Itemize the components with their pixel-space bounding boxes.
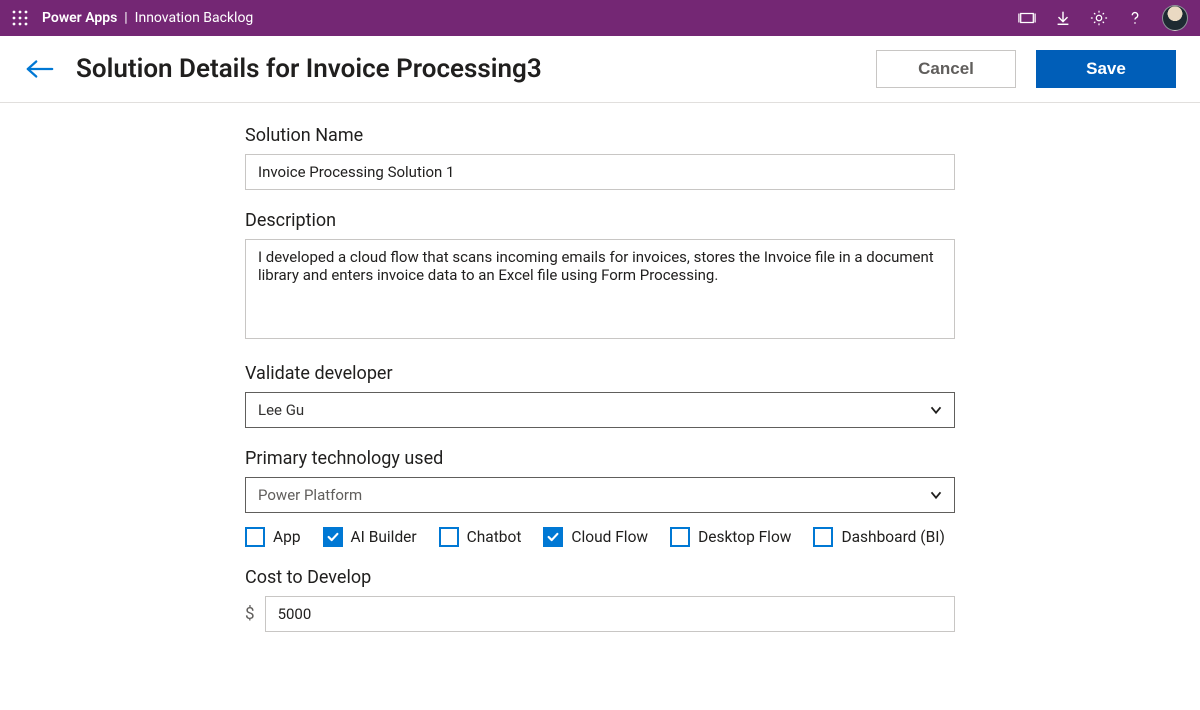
- checkbox-box: [245, 527, 265, 547]
- primary-technology-label: Primary technology used: [245, 448, 955, 469]
- page-title: Solution Details for Invoice Processing3: [76, 54, 542, 84]
- top-header-right: [1018, 5, 1188, 31]
- checkbox-label: Cloud Flow: [571, 528, 648, 546]
- page-name: Innovation Backlog: [135, 10, 254, 26]
- app-name: Power Apps: [42, 10, 117, 26]
- download-icon[interactable]: [1054, 9, 1072, 27]
- avatar[interactable]: [1162, 5, 1188, 31]
- checkbox-label: App: [273, 528, 301, 546]
- currency-symbol: $: [245, 604, 255, 624]
- primary-technology-select[interactable]: Power Platform: [245, 477, 955, 513]
- checkbox-label: AI Builder: [351, 528, 417, 546]
- checkbox-ai-builder[interactable]: AI Builder: [323, 527, 417, 547]
- checkbox-label: Desktop Flow: [698, 528, 791, 546]
- fit-screen-icon[interactable]: [1018, 9, 1036, 27]
- breadcrumb-separator: |: [124, 10, 127, 26]
- checkbox-box: [813, 527, 833, 547]
- app-breadcrumb: Power Apps | Innovation Backlog: [42, 10, 253, 26]
- page-header-actions: Cancel Save: [876, 50, 1176, 88]
- checkbox-label: Dashboard (BI): [841, 528, 944, 546]
- solution-name-label: Solution Name: [245, 125, 955, 146]
- top-header-left: Power Apps | Innovation Backlog: [12, 10, 253, 26]
- checkbox-label: Chatbot: [467, 528, 522, 546]
- primary-technology-value: Power Platform: [258, 486, 362, 504]
- validate-developer-label: Validate developer: [245, 363, 955, 384]
- checkbox-box: [323, 527, 343, 547]
- description-label: Description: [245, 210, 955, 231]
- validate-developer-select[interactable]: Lee Gu: [245, 392, 955, 428]
- page-header: Solution Details for Invoice Processing3…: [0, 36, 1200, 103]
- save-button[interactable]: Save: [1036, 50, 1176, 88]
- description-input[interactable]: [245, 239, 955, 339]
- checkbox-app[interactable]: App: [245, 527, 301, 547]
- help-icon[interactable]: [1126, 9, 1144, 27]
- gear-icon[interactable]: [1090, 9, 1108, 27]
- cost-row: $: [245, 596, 955, 632]
- checkbox-box: [543, 527, 563, 547]
- back-arrow-icon[interactable]: [24, 55, 56, 83]
- checkbox-box: [670, 527, 690, 547]
- solution-name-input[interactable]: [245, 154, 955, 190]
- checkbox-dashboard-bi[interactable]: Dashboard (BI): [813, 527, 944, 547]
- form-inner: Solution Name Description Validate devel…: [245, 121, 955, 632]
- checkbox-desktop-flow[interactable]: Desktop Flow: [670, 527, 791, 547]
- validate-developer-value: Lee Gu: [258, 401, 304, 419]
- tech-checkbox-row: App AI Builder Chatbot Cloud Flow Deskto…: [245, 527, 955, 547]
- form-area: Solution Name Description Validate devel…: [0, 103, 1200, 672]
- checkbox-chatbot[interactable]: Chatbot: [439, 527, 522, 547]
- cost-input[interactable]: [265, 596, 955, 632]
- check-icon: [546, 530, 560, 544]
- page-header-left: Solution Details for Invoice Processing3: [24, 54, 542, 84]
- check-icon: [326, 530, 340, 544]
- checkbox-box: [439, 527, 459, 547]
- waffle-icon[interactable]: [12, 10, 28, 26]
- cancel-button[interactable]: Cancel: [876, 50, 1016, 88]
- top-header: Power Apps | Innovation Backlog: [0, 0, 1200, 36]
- checkbox-cloud-flow[interactable]: Cloud Flow: [543, 527, 648, 547]
- cost-to-develop-label: Cost to Develop: [245, 567, 955, 588]
